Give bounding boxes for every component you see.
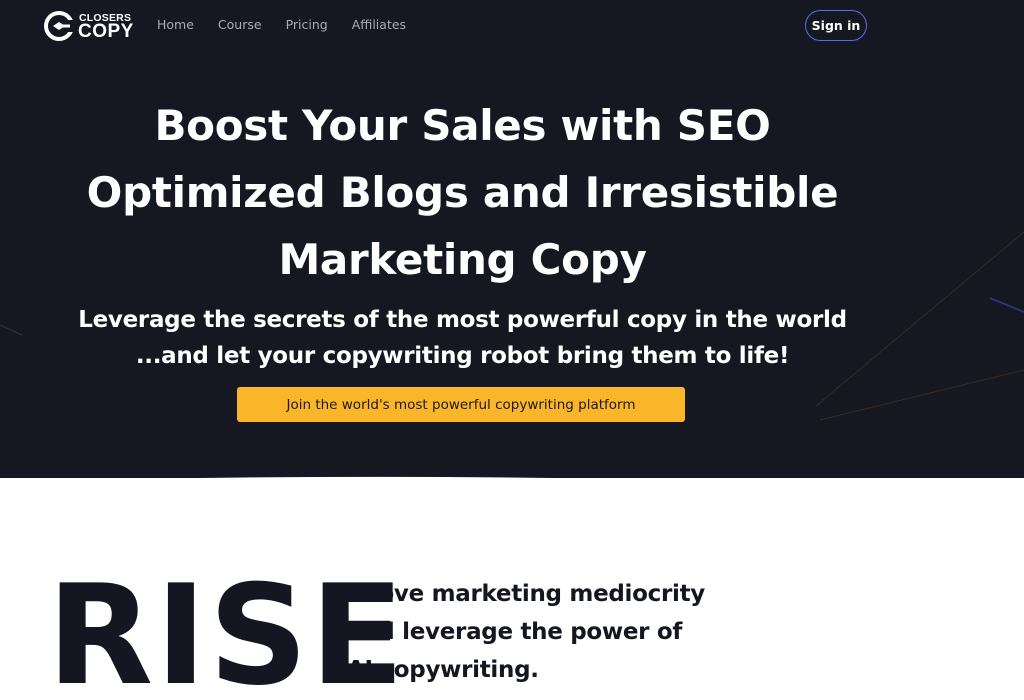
nav-affiliates[interactable]: Affiliates <box>352 17 406 33</box>
rise-description: above marketing mediocrity and leverage … <box>347 575 767 689</box>
subline-line-1: Leverage the secrets of the most powerfu… <box>78 307 847 333</box>
logo-mark-icon <box>44 11 75 41</box>
hero-subheadline: Leverage the secrets of the most powerfu… <box>30 302 895 374</box>
nav-course[interactable]: Course <box>218 17 262 33</box>
rise-line-3: AI copywriting. <box>347 657 539 683</box>
nav-home[interactable]: Home <box>157 17 194 33</box>
nav-pricing[interactable]: Pricing <box>286 17 328 33</box>
subline-line-2: ...and let your copywriting robot bring … <box>135 343 790 369</box>
main-nav: Home Course Pricing Affiliates <box>157 17 430 33</box>
hero-headline: Boost Your Sales with SEO Optimized Blog… <box>40 92 885 293</box>
logo-text-copy: COPY <box>78 21 134 42</box>
brand-logo[interactable]: CLOSERS COPY <box>43 10 135 42</box>
sign-in-button[interactable]: Sign in <box>805 10 867 41</box>
headline-line-1: Boost Your Sales with SEO <box>154 101 771 150</box>
headline-line-3: Marketing Copy <box>278 235 647 284</box>
rise-line-2: and leverage the power of <box>347 619 683 645</box>
hero-section: CLOSERS COPY Home Course Pricing Affilia… <box>0 0 1024 478</box>
section-divider-curve <box>0 476 1024 508</box>
rise-line-1: above marketing mediocrity <box>347 581 705 607</box>
join-platform-button[interactable]: Join the world's most powerful copywriti… <box>237 387 685 422</box>
headline-line-2: Optimized Blogs and Irresistible <box>86 168 839 217</box>
